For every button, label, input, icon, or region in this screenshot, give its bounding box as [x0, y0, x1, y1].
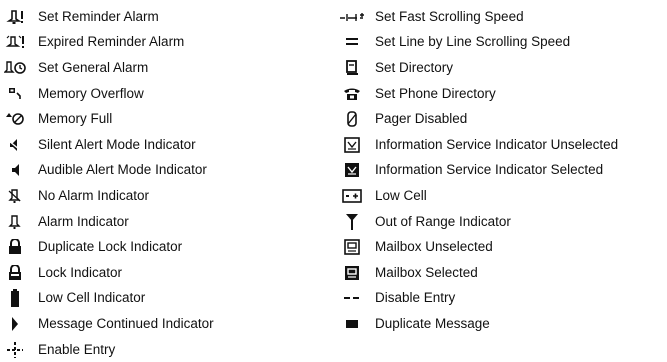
list-item-label: Pager Disabled: [375, 111, 468, 127]
directory-icon: [339, 59, 365, 77]
list-item: Information Service Indicator Selected: [339, 158, 618, 184]
list-item: Set Phone Directory: [339, 81, 618, 107]
no-alarm-icon: [2, 187, 28, 205]
list-item: Disable Entry: [339, 286, 618, 312]
list-item: Set Reminder Alarm: [2, 4, 214, 30]
list-item-label: Duplicate Lock Indicator: [38, 239, 183, 255]
disable-entry-icon: [339, 289, 365, 307]
list-item: Mailbox Selected: [339, 260, 618, 286]
list-item: Audible Alert Mode Indicator: [2, 158, 214, 184]
right-icon-list: Set Fast Scrolling Speed Set Line by Lin…: [339, 4, 618, 337]
audible-alert-icon: [2, 161, 28, 179]
list-item-label: Mailbox Selected: [375, 264, 478, 280]
list-item: Expired Reminder Alarm: [2, 30, 214, 56]
list-item: Silent Alert Mode Indicator: [2, 132, 214, 158]
list-item: Information Service Indicator Unselected: [339, 132, 618, 158]
memory-full-icon: [2, 110, 28, 128]
list-item: Duplicate Lock Indicator: [2, 234, 214, 260]
list-item-label: Low Cell Indicator: [38, 290, 146, 306]
list-item: Message Continued Indicator: [2, 311, 214, 337]
list-item-label: Out of Range Indicator: [375, 213, 511, 229]
list-item-label: Information Service Indicator Unselected: [375, 136, 619, 152]
list-item: Set Line by Line Scrolling Speed: [339, 30, 618, 56]
line-scroll-icon: [339, 33, 365, 51]
low-cell-bar-icon: [2, 289, 28, 308]
list-item: Set General Alarm: [2, 55, 214, 81]
lock-icon: [2, 264, 28, 282]
message-continued-icon: [2, 315, 28, 333]
list-item-label: No Alarm Indicator: [38, 187, 150, 203]
list-item-label: Set Reminder Alarm: [38, 8, 159, 24]
pager-disabled-icon: [339, 110, 365, 128]
reminder-alarm-icon: [2, 8, 28, 26]
list-item-label: Lock Indicator: [38, 264, 123, 280]
list-item-label: Duplicate Message: [375, 315, 490, 331]
list-item: Low Cell Indicator: [2, 286, 214, 312]
mailbox-selected-icon: [339, 264, 365, 282]
left-icon-list: Set Reminder Alarm Expired Reminder Alar…: [2, 4, 214, 362]
list-item: Set Directory: [339, 55, 618, 81]
list-item: Pager Disabled: [339, 106, 618, 132]
out-of-range-icon: [339, 213, 365, 231]
list-item-label: Mailbox Unselected: [375, 239, 493, 255]
list-item: Lock Indicator: [2, 260, 214, 286]
mailbox-unselected-icon: [339, 238, 365, 256]
info-unselected-icon: [339, 136, 365, 154]
duplicate-message-icon: [339, 315, 365, 333]
list-item-label: Information Service Indicator Selected: [375, 162, 604, 178]
list-item: Set Fast Scrolling Speed: [339, 4, 618, 30]
memory-overflow-icon: [2, 85, 28, 103]
list-item: Low Cell: [339, 183, 618, 209]
phone-directory-icon: [339, 85, 365, 103]
list-item-label: Set Phone Directory: [375, 85, 496, 101]
list-item: Mailbox Unselected: [339, 234, 618, 260]
list-item: Alarm Indicator: [2, 209, 214, 235]
fast-scroll-icon: [339, 8, 365, 26]
list-item: Enable Entry: [2, 337, 214, 362]
list-item-label: Audible Alert Mode Indicator: [38, 162, 207, 178]
list-item-label: Silent Alert Mode Indicator: [38, 136, 196, 152]
list-item-label: Message Continued Indicator: [38, 315, 214, 331]
list-item-label: Low Cell: [375, 187, 427, 203]
duplicate-lock-icon: [2, 238, 28, 256]
list-item-label: Set Line by Line Scrolling Speed: [375, 34, 571, 50]
list-item-label: Set General Alarm: [38, 59, 149, 75]
list-item: Duplicate Message: [339, 311, 618, 337]
general-alarm-icon: [2, 59, 28, 77]
list-item-label: Memory Overflow: [38, 85, 144, 101]
alarm-icon: [2, 213, 28, 231]
list-item-label: Set Directory: [375, 59, 454, 75]
list-item: Memory Overflow: [2, 81, 214, 107]
list-item-label: Expired Reminder Alarm: [38, 34, 185, 50]
list-item-label: Set Fast Scrolling Speed: [375, 8, 524, 24]
list-item-label: Memory Full: [38, 111, 113, 127]
silent-alert-icon: [2, 136, 28, 154]
list-item: Memory Full: [2, 106, 214, 132]
info-selected-icon: [339, 161, 365, 179]
list-item: Out of Range Indicator: [339, 209, 618, 235]
expired-reminder-alarm-icon: [2, 33, 28, 51]
list-item-label: Disable Entry: [375, 290, 456, 306]
list-item-label: Enable Entry: [38, 341, 116, 357]
list-item-label: Alarm Indicator: [38, 213, 129, 229]
low-cell-icon: [339, 187, 365, 205]
list-item: No Alarm Indicator: [2, 183, 214, 209]
